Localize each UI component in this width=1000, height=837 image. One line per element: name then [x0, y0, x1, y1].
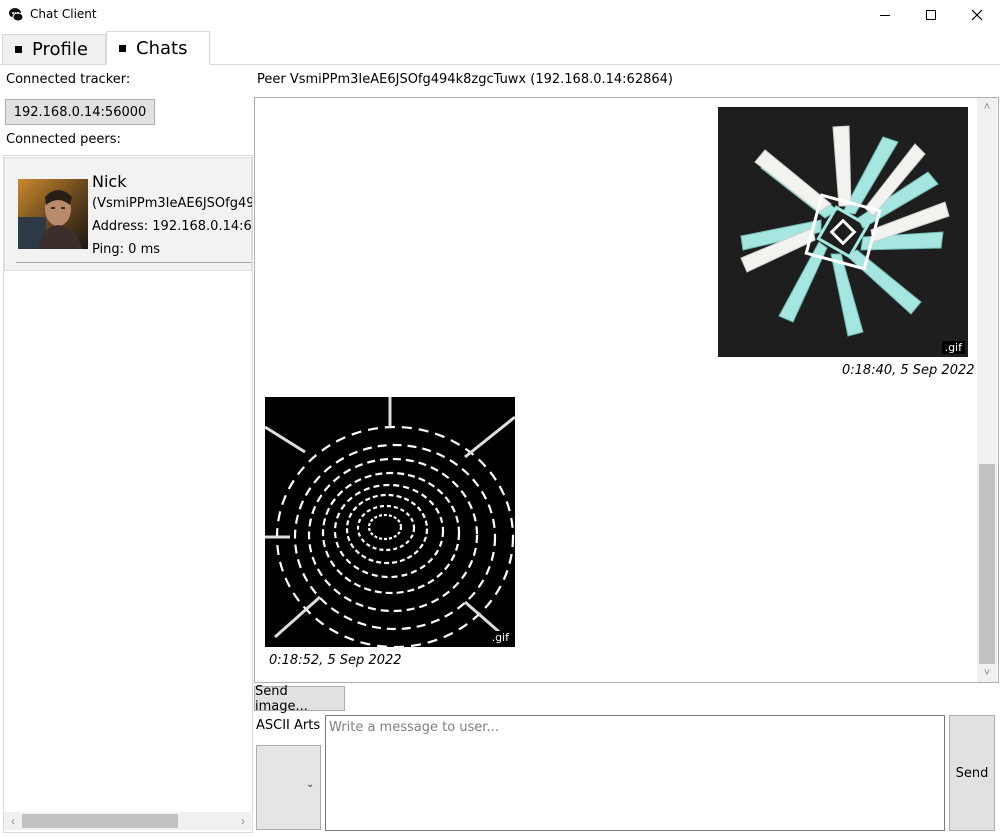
- peer-address: Address: 192.168.0.14:62864: [92, 219, 252, 234]
- spiral-gif-image: [718, 107, 968, 357]
- peer-separator: [16, 262, 251, 263]
- scroll-up-icon[interactable]: ˄: [977, 98, 997, 116]
- chat-peer-header: Peer VsmiPPm3IeAE6JSOfg494k8zgcTuwx (192…: [257, 72, 673, 87]
- gif-badge: .gif: [941, 341, 965, 354]
- scroll-left-icon[interactable]: ‹: [6, 812, 20, 830]
- scroll-down-icon[interactable]: ˅: [977, 664, 997, 682]
- ascii-arts-label: ASCII Arts: [256, 718, 321, 733]
- tab-chats[interactable]: Chats: [106, 31, 210, 65]
- tunnel-gif-image: [265, 397, 515, 647]
- tab-label: Chats: [136, 37, 188, 59]
- scrollbar-thumb[interactable]: [979, 464, 995, 664]
- message-timestamp: 0:18:52, 5 Sep 2022: [269, 653, 402, 668]
- speech-bubbles-icon: [8, 7, 24, 23]
- minimize-button[interactable]: [862, 0, 908, 30]
- tab-profile[interactable]: Profile: [2, 34, 106, 65]
- peer-name: Nick: [92, 172, 127, 191]
- send-image-button[interactable]: Send image...: [254, 684, 345, 714]
- message-timestamp: 0:18:40, 5 Sep 2022: [842, 363, 975, 378]
- minimize-icon: [880, 15, 890, 16]
- send-button[interactable]: Send: [949, 715, 995, 831]
- avatar: [18, 179, 88, 249]
- tab-label: Profile: [32, 39, 88, 60]
- gif-badge: .gif: [488, 631, 512, 644]
- tab-bullet-icon: [119, 44, 126, 52]
- peer-ping: Ping: 0 ms: [92, 242, 161, 257]
- message-input[interactable]: [325, 715, 945, 831]
- maximize-icon: [926, 10, 936, 20]
- maximize-button[interactable]: [908, 0, 954, 30]
- tab-bullet-icon: [15, 46, 22, 53]
- close-icon: [971, 9, 983, 21]
- peer-id: (VsmiPPm3IeAE6JSOfg494k8zgcTuwx): [92, 196, 252, 211]
- message-image-incoming[interactable]: .gif: [265, 397, 515, 647]
- window-title: Chat Client: [30, 7, 97, 21]
- title-bar: [0, 0, 1000, 30]
- scroll-right-icon[interactable]: ›: [236, 812, 250, 830]
- scrollbar-thumb[interactable]: [22, 814, 178, 828]
- connected-peers-label: Connected peers:: [6, 132, 121, 147]
- connected-tracker-label: Connected tracker:: [6, 72, 131, 87]
- message-image-outgoing[interactable]: .gif: [718, 107, 968, 357]
- close-button[interactable]: [954, 0, 1000, 30]
- tracker-address-button[interactable]: 192.168.0.14:56000: [5, 99, 155, 125]
- chevron-down-icon: ⌄: [306, 779, 315, 790]
